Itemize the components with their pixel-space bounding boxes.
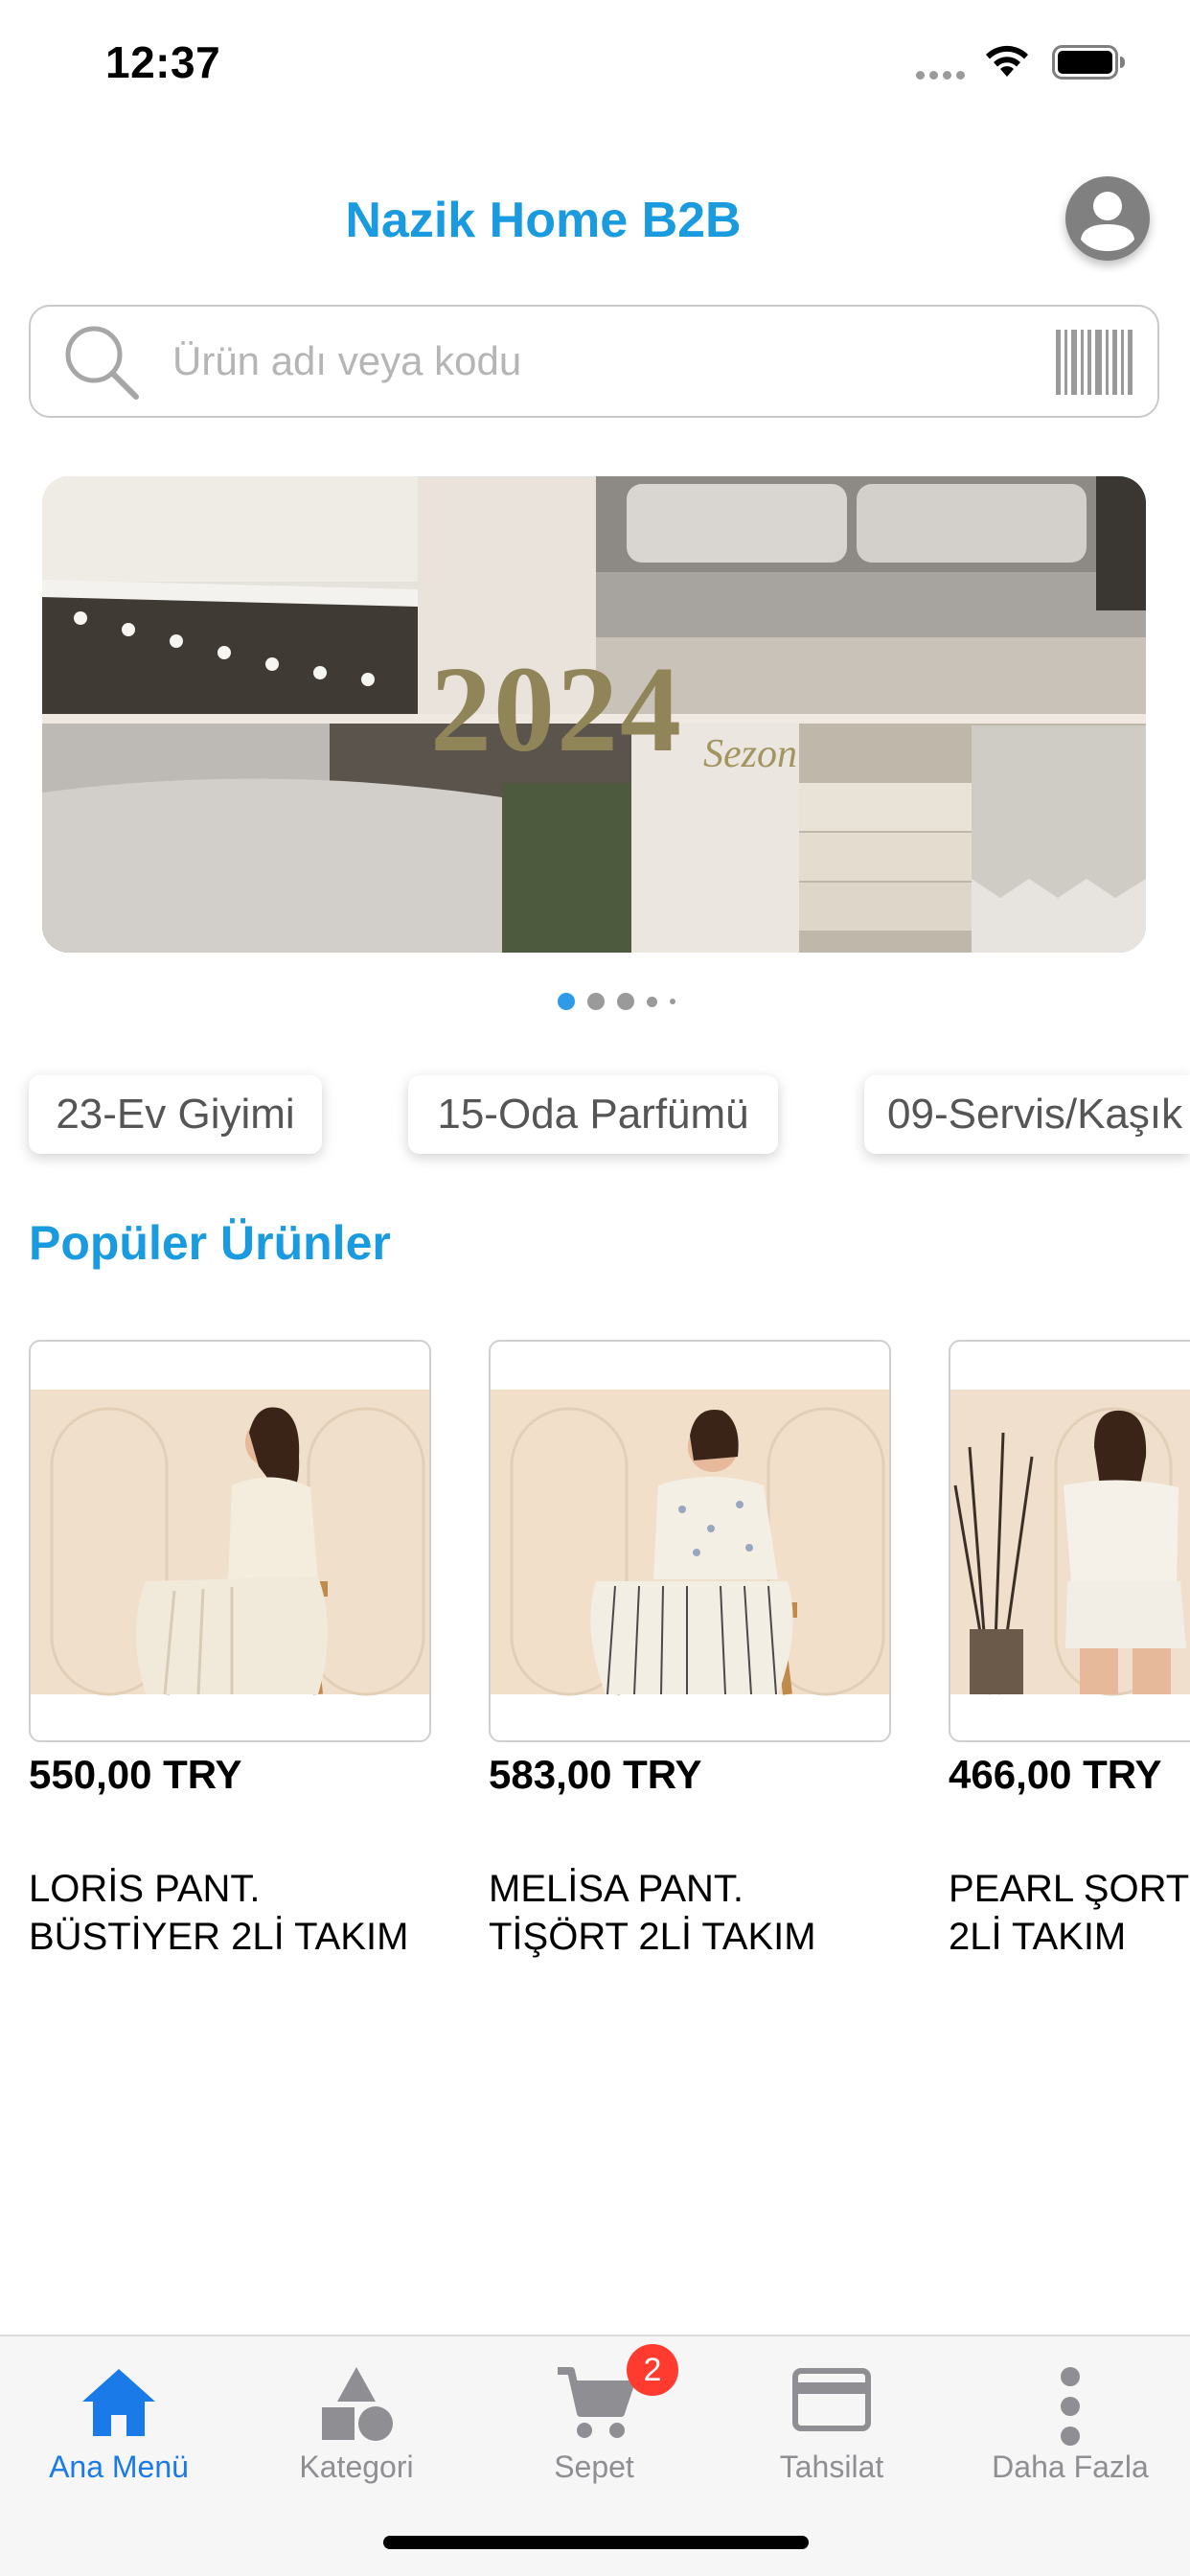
tab-label: Sepet	[554, 2450, 634, 2484]
search-icon	[65, 326, 139, 400]
cellular-signal-icon	[916, 71, 965, 80]
banner-page-indicator[interactable]	[558, 993, 675, 1010]
product-name[interactable]: LORİS PANT. BÜSTİYER 2Lİ TAKIM	[29, 1865, 408, 1961]
cart-badge: 2	[627, 2344, 678, 2396]
banner-subtitle: Sezon	[703, 732, 797, 776]
category-chip[interactable]: 15-Oda Parfümü	[408, 1075, 778, 1154]
product-photo	[491, 1390, 889, 1696]
cart-icon	[558, 2367, 634, 2438]
search-input[interactable]	[172, 307, 1035, 416]
product-name-line: TİŞÖRT 2Lİ TAKIM	[489, 1916, 816, 1958]
barcode-scan-icon[interactable]	[1054, 328, 1134, 397]
user-icon	[1081, 192, 1134, 251]
tab-label: Kategori	[299, 2450, 414, 2484]
tab-label: Ana Menü	[49, 2450, 189, 2484]
search-bar	[29, 305, 1159, 418]
product-name-line: 2Lİ TAKIM	[949, 1916, 1127, 1958]
product-name[interactable]: MELİSA PANT. TİŞÖRT 2Lİ TAKIM	[489, 1865, 816, 1961]
tab-ana-menu[interactable]: Ana Menü	[0, 2350, 238, 2494]
tab-tahsilat[interactable]: Tahsilat	[713, 2350, 950, 2494]
product-name-line: LORİS PANT.	[29, 1868, 261, 1910]
app-title: Nazik Home B2B	[345, 193, 742, 248]
product-name-line: MELİSA PANT.	[489, 1868, 744, 1910]
page-dot[interactable]	[670, 999, 675, 1004]
page-dot-active[interactable]	[558, 993, 575, 1010]
category-chip[interactable]: 23-Ev Giyimi	[29, 1075, 322, 1154]
page-dot[interactable]	[587, 993, 605, 1010]
product-name-line: BÜSTİYER 2Lİ TAKIM	[29, 1916, 409, 1958]
tab-daha-fazla[interactable]: Daha Fazla	[950, 2350, 1190, 2494]
wifi-icon	[986, 45, 1028, 77]
battery-icon	[1052, 45, 1125, 80]
product-name[interactable]: PEARL ŞORT 2Lİ TAKIM	[949, 1865, 1189, 1961]
credit-card-icon	[792, 2368, 871, 2431]
more-vertical-icon	[1061, 2367, 1080, 2446]
product-price: 466,00 TRY	[949, 1752, 1162, 1797]
product-name-line: PEARL ŞORT	[949, 1868, 1190, 1910]
page-dot[interactable]	[647, 996, 657, 1007]
promo-banner[interactable]: 2024 Sezon	[42, 476, 1146, 953]
home-icon	[82, 2369, 155, 2436]
product-image[interactable]	[29, 1340, 431, 1742]
home-indicator[interactable]	[383, 2536, 809, 2549]
product-price: 550,00 TRY	[29, 1752, 242, 1797]
tab-label: Daha Fazla	[992, 2450, 1149, 2484]
product-photo	[31, 1390, 429, 1696]
product-photo	[950, 1390, 1190, 1696]
page-dot[interactable]	[617, 993, 634, 1010]
tab-label: Tahsilat	[779, 2450, 884, 2484]
shapes-icon	[322, 2367, 393, 2441]
category-chip[interactable]: 09-Servis/Kaşık	[864, 1075, 1190, 1154]
status-time: 12:37	[105, 37, 221, 87]
product-image[interactable]	[949, 1340, 1190, 1742]
tab-kategori[interactable]: Kategori	[238, 2350, 475, 2494]
product-price: 583,00 TRY	[489, 1752, 702, 1797]
section-title-popular: Popüler Ürünler	[29, 1216, 391, 1270]
profile-avatar-button[interactable]	[1065, 176, 1150, 261]
banner-year: 2024	[430, 641, 683, 777]
product-image[interactable]	[489, 1340, 891, 1742]
